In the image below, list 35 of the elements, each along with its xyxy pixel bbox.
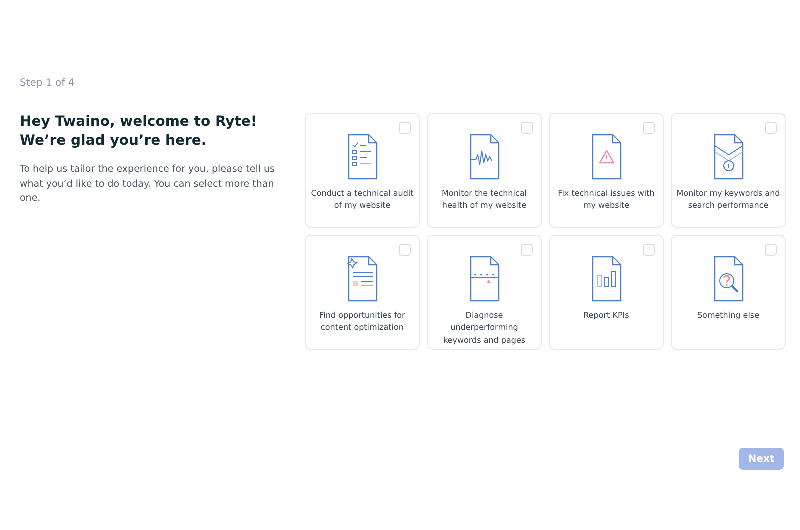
envelope-badge-icon	[712, 134, 744, 180]
checkbox[interactable]	[521, 122, 533, 134]
checkbox[interactable]	[765, 244, 777, 256]
welcome-heading: Hey Twaino, welcome to Ryte! We’re glad you’re here.	[20, 113, 258, 151]
option-label: Monitor the technical health of my website	[441, 188, 528, 212]
option-label: Diagnose underperforming keywords and pages	[442, 310, 527, 347]
option-card[interactable]: Fix technical issues with my website	[549, 113, 664, 228]
option-card[interactable]: Report KPIs	[549, 235, 664, 350]
bar-chart-document-icon	[590, 256, 622, 302]
option-label: Report KPIs	[584, 310, 630, 322]
checkbox[interactable]	[521, 244, 533, 256]
option-card[interactable]: Diagnose underperforming keywords and pages	[427, 235, 542, 350]
option-label: Fix technical issues with my website	[557, 188, 656, 212]
intro-text: To help us tailor the experience for you, please tell us what you’d like to do today. You can select more than one.	[20, 162, 276, 206]
checkbox[interactable]	[765, 122, 777, 134]
option-label: Something else	[697, 310, 760, 322]
option-card[interactable]: Something else	[671, 235, 786, 350]
checkbox[interactable]	[643, 244, 655, 256]
option-card[interactable]: Find opportunities for content optimization	[305, 235, 420, 350]
step-indicator: Step 1 of 4	[20, 77, 76, 91]
checkbox[interactable]	[399, 244, 411, 256]
sparkle-document-icon	[346, 256, 378, 302]
warning-document-icon	[590, 134, 622, 180]
option-label: Conduct a technical audit of my website	[310, 188, 415, 212]
option-label: Monitor my keywords and search performance	[676, 188, 781, 212]
checkbox[interactable]	[399, 122, 411, 134]
checkbox[interactable]	[643, 122, 655, 134]
option-label: Find opportunities for content optimization	[318, 310, 406, 334]
option-card[interactable]: Monitor my keywords and search performance	[671, 113, 786, 228]
marker-document-icon	[468, 256, 500, 302]
heartbeat-document-icon	[468, 134, 500, 180]
checklist-document-icon	[346, 134, 378, 180]
magnifier-question-icon	[712, 256, 744, 302]
option-card[interactable]: Conduct a technical audit of my website	[305, 113, 420, 228]
option-card[interactable]: Monitor the technical health of my website	[427, 113, 542, 228]
